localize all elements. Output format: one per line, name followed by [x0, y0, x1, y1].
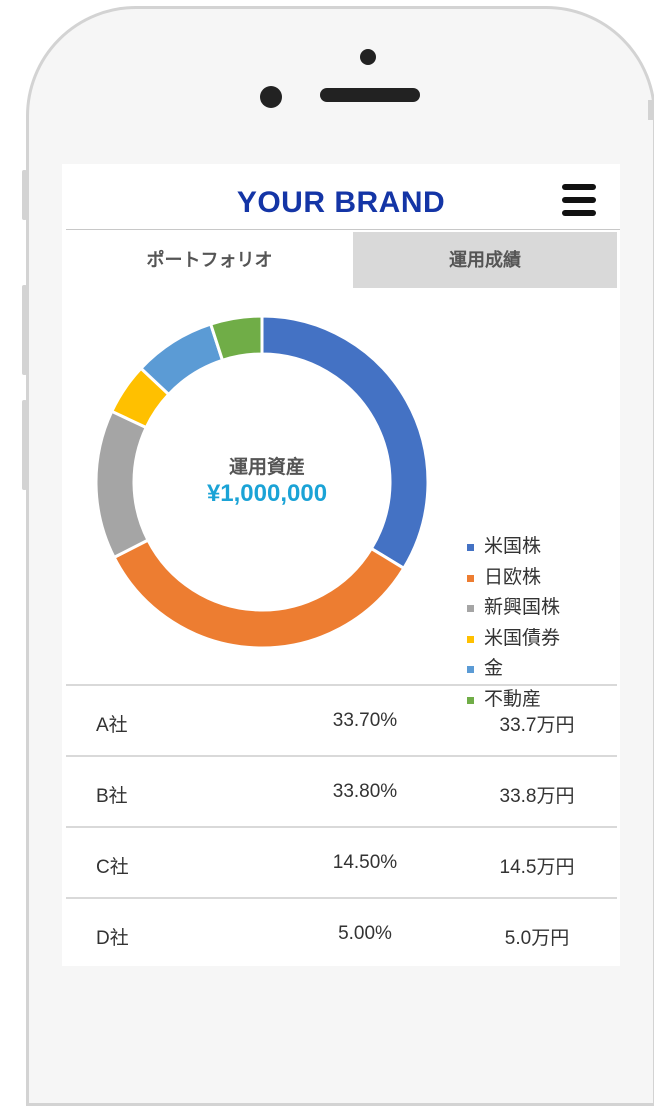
legend-swatch — [467, 635, 474, 643]
legend-label: 日欧株 — [484, 566, 542, 588]
total-assets-value: ¥1,000,000 — [206, 480, 328, 507]
table-row[interactable]: A社 33.70% 33.7万円 — [66, 684, 617, 755]
table-row[interactable]: B社 33.80% 33.8万円 — [66, 755, 617, 826]
legend-label: 金 — [484, 658, 504, 679]
holdings-table: A社 33.70% 33.7万円 B社 33.80% 33.8万円 C社 14.50% 14.5… — [66, 684, 617, 966]
donut-slice[interactable] — [260, 314, 430, 571]
allocation-percent: 5.00% — [338, 923, 392, 944]
header-divider — [66, 229, 620, 230]
earpiece-speaker — [320, 88, 420, 102]
legend-item: 金 — [467, 654, 560, 685]
tab-portfolio[interactable]: ポートフォリオ — [66, 232, 353, 288]
menu-icon[interactable] — [562, 184, 596, 216]
company-name: D社 — [96, 928, 129, 949]
brand-title: YOUR BRAND — [236, 186, 446, 219]
front-camera — [360, 49, 376, 65]
volume-up-button — [22, 285, 27, 375]
allocation-amount: 33.8万円 — [499, 786, 575, 807]
app-screen: YOUR BRAND ポートフォリオ 運用成績 米国株 日欧株 新興国株 米国債券金不… — [62, 164, 620, 966]
legend-label: 米国債券 — [484, 627, 561, 649]
company-name: C社 — [96, 857, 129, 878]
allocation-amount: 14.5万円 — [499, 857, 575, 878]
proximity-sensor — [260, 86, 282, 108]
company-name: B社 — [96, 786, 128, 807]
legend-item: 日欧株 — [467, 563, 560, 594]
legend-swatch — [467, 666, 474, 673]
tab-bar: ポートフォリオ 運用成績 — [66, 232, 617, 288]
donut-slice[interactable] — [94, 409, 150, 560]
legend-swatch — [467, 605, 474, 612]
app-header: YOUR BRAND — [62, 164, 620, 230]
legend-item: 新興国株 — [467, 593, 560, 624]
donut-slice[interactable] — [112, 538, 406, 650]
legend-label: 新興国株 — [484, 597, 561, 618]
allocation-percent: 14.50% — [332, 852, 398, 873]
company-name: A社 — [96, 715, 128, 736]
tab-performance[interactable]: 運用成績 — [353, 232, 617, 288]
table-row[interactable]: D社 5.00% 5.0万円 — [66, 897, 617, 966]
allocation-amount: 5.0万円 — [504, 928, 570, 949]
allocation-amount: 33.7万円 — [499, 715, 575, 736]
allocation-percent: 33.70% — [332, 710, 398, 731]
power-button — [648, 100, 654, 120]
legend-label: 米国株 — [484, 536, 542, 557]
legend-item: 米国債券 — [467, 624, 560, 655]
legend-swatch — [467, 574, 474, 582]
legend-swatch — [467, 544, 474, 551]
table-row[interactable]: C社 14.50% 14.5万円 — [66, 826, 617, 897]
allocation-percent: 33.80% — [332, 781, 398, 802]
volume-down-button — [22, 400, 27, 490]
mute-switch — [22, 170, 27, 220]
total-assets-label: 運用資産 — [228, 457, 305, 478]
legend-item: 米国株 — [467, 532, 560, 563]
